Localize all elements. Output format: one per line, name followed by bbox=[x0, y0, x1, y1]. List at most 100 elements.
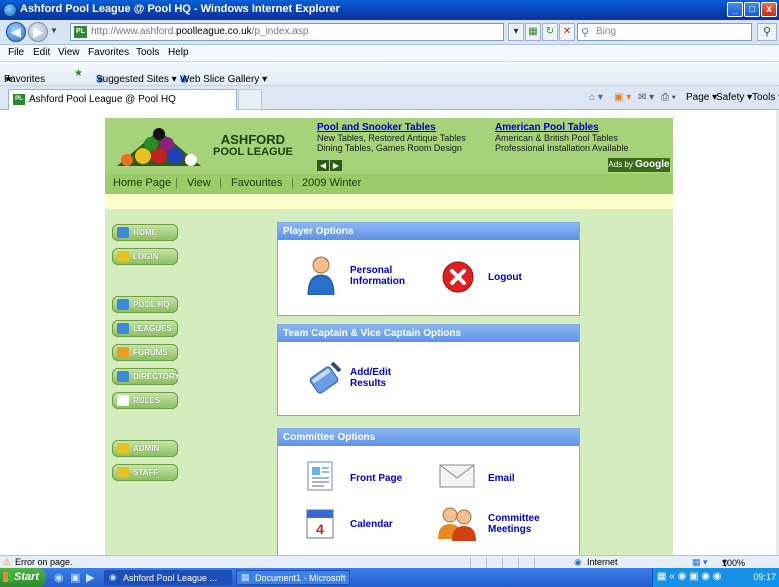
add-line1: Add/Edit bbox=[350, 367, 392, 378]
sidebar-poolhq-button[interactable]: POOL HQ bbox=[112, 296, 178, 313]
calendar-label: Calendar bbox=[350, 519, 393, 530]
address-input[interactable]: PL http://www.ashford.poolleague.co.uk/p… bbox=[70, 23, 504, 41]
tab-label: Ashford Pool League @ Pool HQ bbox=[29, 94, 176, 105]
warning-icon[interactable]: ⚠ bbox=[3, 557, 11, 568]
ads-by-google-link[interactable]: Ads by Google bbox=[608, 158, 670, 172]
recent-pages-dropdown-icon[interactable]: ▼ bbox=[50, 26, 58, 35]
quicklaunch-ie-icon[interactable]: ◉ bbox=[54, 571, 64, 584]
address-dropdown-button[interactable]: ▾ bbox=[508, 23, 524, 41]
nav-2009-winter[interactable]: 2009 Winter bbox=[302, 177, 361, 189]
forward-button[interactable]: ▶ bbox=[28, 22, 48, 42]
sidebar-forums-button[interactable]: FORUMS bbox=[112, 344, 178, 361]
google-ad-block: Pool and Snooker Tables New Tables, Rest… bbox=[311, 120, 673, 172]
zoom-level[interactable]: ⚲ 100% ▾ bbox=[722, 557, 745, 568]
sidebar-login-button[interactable]: LOGIN bbox=[112, 248, 178, 265]
site-container: ASHFORD POOL LEAGUE Pool and Snooker Tab… bbox=[105, 118, 673, 555]
taskbar-ie-window[interactable]: ◉ Ashford Pool League ... bbox=[104, 570, 232, 585]
start-button[interactable]: Start bbox=[0, 568, 46, 587]
stop-icon[interactable]: ✕ bbox=[559, 23, 575, 41]
windows-taskbar: Start ◉ ▣ ▶ ◉ Ashford Pool League ... ▦ … bbox=[0, 568, 779, 587]
nav-favourites[interactable]: Favourites bbox=[231, 177, 282, 189]
forums-icon bbox=[117, 347, 129, 358]
feeds-icon[interactable]: ▣ ▾ bbox=[614, 92, 631, 103]
login-user-icon bbox=[117, 251, 129, 262]
logout-label: Logout bbox=[488, 272, 522, 283]
logo-line-2: POOL LEAGUE bbox=[213, 146, 293, 158]
refresh-icon[interactable]: ↻ bbox=[542, 23, 558, 41]
menu-edit[interactable]: Edit bbox=[33, 47, 50, 58]
search-button[interactable]: ⚲ bbox=[757, 23, 777, 41]
add-edit-results-icon[interactable] bbox=[306, 357, 346, 397]
nav-view[interactable]: View bbox=[187, 177, 211, 189]
tray-icons[interactable]: ▦ « ◉ ▣ ◉ ◉ bbox=[657, 571, 722, 582]
team-options-title: Team Captain & Vice Captain Options bbox=[278, 325, 579, 342]
site-nav: Home Page | View | Favourites | 2009 Win… bbox=[105, 174, 673, 194]
personal-line1: Personal bbox=[350, 265, 393, 276]
status-bar: ⚠ Error on page. ◉ Internet ▦ ▾ ⚲ 100% ▾ bbox=[0, 555, 779, 568]
menu-view[interactable]: View bbox=[58, 47, 80, 58]
menu-tools[interactable]: Tools bbox=[136, 47, 159, 58]
email-envelope-icon[interactable] bbox=[438, 463, 476, 489]
front-page-label: Front Page bbox=[350, 473, 403, 484]
maximize-button[interactable]: □ bbox=[744, 2, 760, 17]
menu-file[interactable]: File bbox=[8, 47, 24, 58]
mail-icon[interactable]: ✉ ▾ bbox=[638, 92, 654, 103]
sidebar-rules-button[interactable]: RULES bbox=[112, 392, 178, 409]
player-options-panel: Player Options Personal Information Logo… bbox=[277, 222, 580, 316]
directory-icon bbox=[117, 371, 129, 382]
menu-favorites[interactable]: Favorites bbox=[88, 47, 129, 58]
close-button[interactable]: x bbox=[761, 2, 777, 17]
new-tab-button[interactable] bbox=[238, 89, 262, 110]
logo-line-1: ASHFORD bbox=[220, 132, 286, 147]
leagues-icon bbox=[117, 323, 129, 334]
svg-text:4: 4 bbox=[316, 521, 324, 537]
sidebar-label: POOL HQ bbox=[133, 300, 170, 309]
sidebar-staff-button[interactable]: STAFF bbox=[112, 464, 178, 481]
window-title: Ashford Pool League @ Pool HQ - Windows … bbox=[20, 3, 340, 15]
committee-options-panel: Committee Options Front Page Email 4 Cal… bbox=[277, 428, 580, 555]
safety-menu[interactable]: Safety ▾ bbox=[716, 92, 752, 103]
word-task-icon: ▦ bbox=[241, 572, 250, 582]
status-cell bbox=[470, 557, 485, 568]
taskbar-word-window[interactable]: ▦ Document1 - Microsoft ... bbox=[236, 570, 350, 585]
ad-american-pool-link[interactable]: American Pool Tables bbox=[495, 122, 599, 133]
status-cell bbox=[486, 557, 501, 568]
sidebar-home-button[interactable]: HOME bbox=[112, 224, 178, 241]
home-icon[interactable]: ⌂ ▾ bbox=[589, 92, 603, 103]
calendar-icon[interactable]: 4 bbox=[304, 505, 338, 541]
compatibility-icon[interactable]: ▦ bbox=[525, 23, 541, 41]
system-tray: ▦ « ◉ ▣ ◉ ◉ 09:17 bbox=[652, 568, 779, 587]
staff-user-icon bbox=[117, 467, 129, 478]
add-favorite-icon[interactable]: ★ bbox=[74, 68, 83, 79]
internet-explorer-icon bbox=[3, 3, 17, 17]
page-menu[interactable]: Page ▾ bbox=[686, 92, 717, 103]
quicklaunch-desktop-icon[interactable]: ▣ bbox=[70, 571, 80, 584]
back-button[interactable]: ◀ bbox=[6, 22, 26, 42]
sidebar-leagues-button[interactable]: LEAGUES bbox=[112, 320, 178, 337]
ad-next-icon[interactable]: ▶ bbox=[330, 160, 342, 171]
nav-separator: | bbox=[175, 177, 178, 189]
logout-icon[interactable] bbox=[442, 261, 474, 293]
quicklaunch-media-icon[interactable]: ▶ bbox=[86, 571, 94, 584]
sidebar-admin-button[interactable]: ADMIN bbox=[112, 440, 178, 457]
protected-mode-icon[interactable]: ▦ ▾ bbox=[692, 557, 708, 568]
committee-meetings-icon[interactable] bbox=[436, 503, 478, 543]
menu-help[interactable]: Help bbox=[168, 47, 189, 58]
globe-icon: ◉ bbox=[574, 557, 582, 567]
url-text: http://www.ashford.poolleague.co.uk/p_in… bbox=[91, 26, 309, 37]
search-input[interactable]: ⚲ Bing bbox=[577, 23, 752, 41]
task2-label: Document1 - Microsoft ... bbox=[255, 573, 350, 583]
ad-prev-icon[interactable]: ◀ bbox=[317, 160, 329, 171]
tab-active[interactable]: PL Ashford Pool League @ Pool HQ bbox=[8, 89, 237, 110]
committee-options-title: Committee Options bbox=[278, 429, 579, 446]
tools-menu[interactable]: Tools ▾ bbox=[752, 92, 779, 103]
print-icon[interactable]: ⎙ ▾ bbox=[661, 92, 676, 103]
nav-home-page[interactable]: Home Page bbox=[113, 177, 171, 189]
sidebar-label: ADMIN bbox=[133, 444, 160, 453]
front-page-icon[interactable] bbox=[304, 459, 338, 493]
ad-pool-snooker-link[interactable]: Pool and Snooker Tables bbox=[317, 122, 436, 133]
personal-information-icon[interactable] bbox=[306, 255, 336, 295]
minimize-button[interactable]: _ bbox=[727, 2, 743, 17]
status-error-text[interactable]: Error on page. bbox=[15, 557, 73, 567]
sidebar-directory-button[interactable]: DIRECTORY bbox=[112, 368, 180, 385]
